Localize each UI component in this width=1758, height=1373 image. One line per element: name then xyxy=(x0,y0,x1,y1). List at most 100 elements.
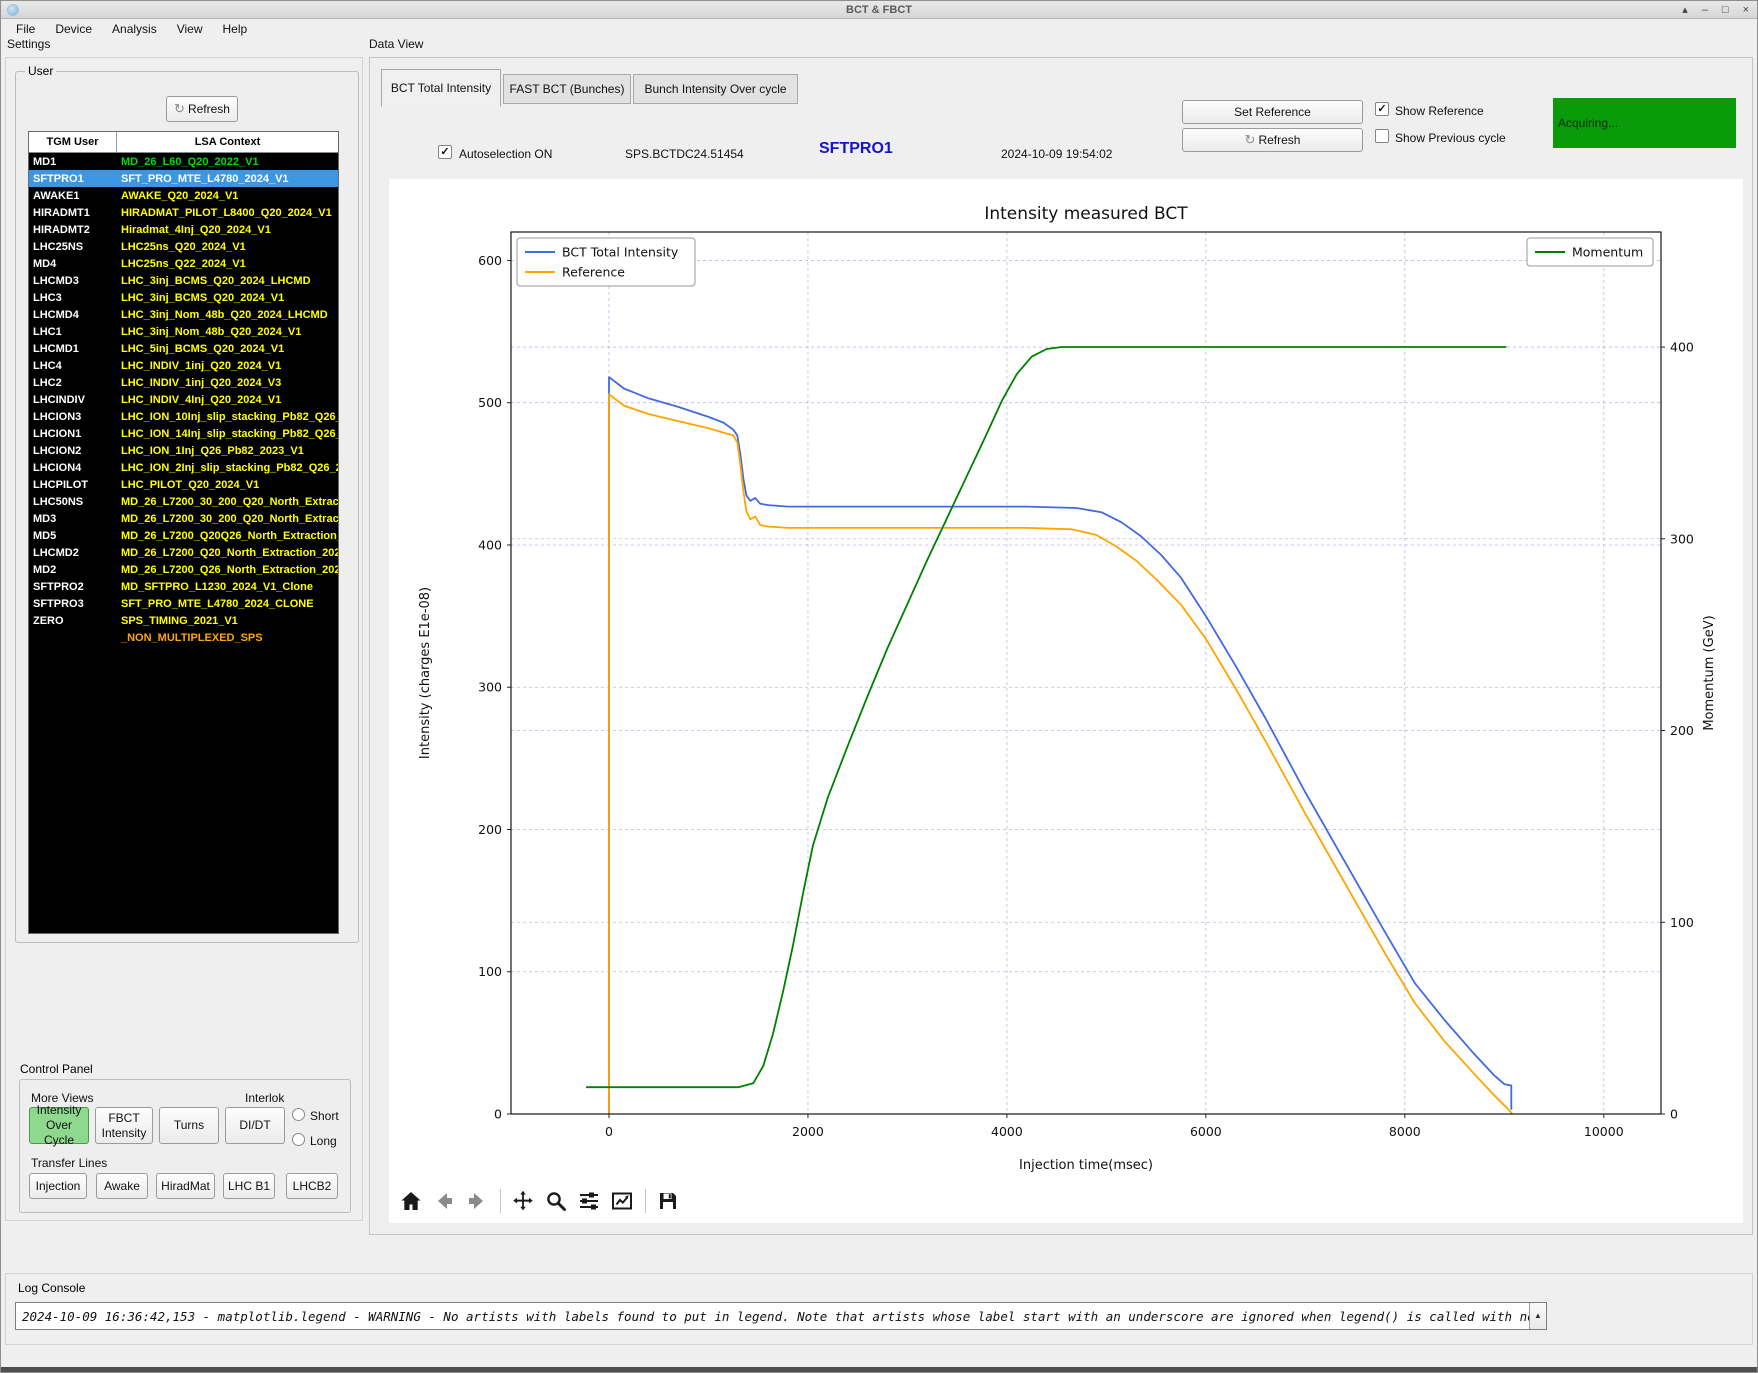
window-titlebar[interactable]: BCT & FBCT ▴ – □ × xyxy=(1,1,1757,19)
table-row[interactable]: LHC3 LHC_3inj_BCMS_Q20_2024_V1 xyxy=(29,289,338,306)
table-row[interactable]: MD1 MD_26_L60_Q20_2022_V1 xyxy=(29,153,338,170)
table-row[interactable]: LHC2 LHC_INDIV_1inj_Q20_2024_V3 xyxy=(29,374,338,391)
lsa-context-cell: LHC25ns_Q20_2024_V1 xyxy=(121,240,246,253)
view-button-fbct-intensity[interactable]: FBCT Intensity xyxy=(95,1107,153,1144)
view-button-di-dt[interactable]: DI/DT xyxy=(225,1107,285,1144)
maximize-icon[interactable]: □ xyxy=(1722,1,1729,19)
table-row[interactable]: SFTPRO1 SFT_PRO_MTE_L4780_2024_V1 xyxy=(29,170,338,187)
tab-fast-bct-bunches-[interactable]: FAST BCT (Bunches) xyxy=(503,74,631,104)
table-row[interactable]: LHCMD1 LHC_5inj_BCMS_Q20_2024_V1 xyxy=(29,340,338,357)
tgm-user-cell: LHC3 xyxy=(33,291,62,304)
save-icon[interactable] xyxy=(656,1189,680,1213)
lsa-context-cell: LHC_3inj_BCMS_Q20_2024_V1 xyxy=(121,291,285,304)
lsa-context-cell: LHC_ION_1Inj_Q26_Pb82_2023_V1 xyxy=(121,444,304,457)
menu-help[interactable]: Help xyxy=(223,22,248,36)
subplots-icon[interactable] xyxy=(577,1189,601,1213)
table-row[interactable]: MD5 MD_26_L7200_Q20Q26_North_Extraction_2… xyxy=(29,527,338,544)
tgm-user-cell: SFTPRO3 xyxy=(33,597,84,610)
transfer-button-lhc-b1[interactable]: LHC B1 xyxy=(223,1173,275,1199)
tgm-user-cell: LHCION2 xyxy=(33,444,82,457)
shade-icon[interactable]: ▴ xyxy=(1682,1,1688,19)
menu-file[interactable]: File xyxy=(16,22,35,36)
menu-device[interactable]: Device xyxy=(55,22,92,36)
lsa-context-cell: LHC_ION_10Inj_slip_stacking_Pb82_Q26_2..… xyxy=(121,410,338,423)
lsa-context-cell: MD_26_L60_Q20_2022_V1 xyxy=(121,155,259,168)
tgm-user-cell: MD3 xyxy=(33,512,57,525)
tgm-user-cell: SFTPRO2 xyxy=(33,580,84,593)
table-row[interactable]: LHCION3 LHC_ION_10Inj_slip_stacking_Pb82_… xyxy=(29,408,338,425)
lsa-context-cell: LHC_INDIV_1inj_Q20_2024_V3 xyxy=(121,376,282,389)
table-row[interactable]: LHC4 LHC_INDIV_1inj_Q20_2024_V1 xyxy=(29,357,338,374)
menu-view[interactable]: View xyxy=(177,22,203,36)
show-reference-checkbox[interactable]: ✓ xyxy=(1375,102,1389,116)
home-icon[interactable] xyxy=(399,1189,423,1213)
autoselection-checkbox[interactable]: ✓ xyxy=(438,145,452,159)
figure-canvas[interactable]: 0 2000 4000 6000 8000 10000 0 100 200 300 400 500 60… xyxy=(389,179,1743,1223)
zoom-icon[interactable] xyxy=(544,1189,568,1213)
forward-icon[interactable] xyxy=(465,1189,489,1213)
show-reference-label: Show Reference xyxy=(1395,104,1484,118)
transfer-button-hiradmat[interactable]: HiradMat xyxy=(156,1173,215,1199)
close-icon[interactable]: × xyxy=(1743,1,1749,19)
table-row[interactable]: LHCMD4 LHC_3inj_Nom_48b_Q20_2024_LHCMD xyxy=(29,306,338,323)
log-scroll-up-button[interactable]: ▲ xyxy=(1529,1303,1546,1329)
tab-bct-total-intensity[interactable]: BCT Total Intensity xyxy=(381,69,501,107)
transfer-button-lhcb2[interactable]: LHCB2 xyxy=(286,1173,338,1199)
tgm-user-cell: HIRADMT2 xyxy=(33,223,90,236)
menu-analysis[interactable]: Analysis xyxy=(112,22,157,36)
table-row[interactable]: HIRADMT2 Hiradmat_4Inj_Q20_2024_V1 xyxy=(29,221,338,238)
table-row[interactable]: LHCPILOT LHC_PILOT_Q20_2024_V1 xyxy=(29,476,338,493)
table-row[interactable]: HIRADMT1 HIRADMAT_PILOT_L8400_Q20_2024_V1 xyxy=(29,204,338,221)
tgm-user-cell: MD2 xyxy=(33,563,57,576)
lsa-context-cell: LHC25ns_Q22_2024_V1 xyxy=(121,257,246,270)
show-previous-checkbox[interactable] xyxy=(1375,129,1389,143)
view-button-intensity-over-cycle[interactable]: Intensity Over Cycle xyxy=(29,1103,89,1147)
set-reference-button[interactable]: Set Reference xyxy=(1182,100,1363,124)
table-row[interactable]: MD2 MD_26_L7200_Q26_North_Extraction_2024… xyxy=(29,561,338,578)
col-header-lsa-context: LSA Context xyxy=(194,136,261,148)
table-row[interactable]: LHCION1 LHC_ION_14Inj_slip_stacking_Pb82_… xyxy=(29,425,338,442)
table-row[interactable]: LHCION4 LHC_ION_2Inj_slip_stacking_Pb82_Q… xyxy=(29,459,338,476)
tgm-user-cell: LHC2 xyxy=(33,376,62,389)
tab-bunch-intensity-over-cycle[interactable]: Bunch Intensity Over cycle xyxy=(633,74,798,104)
user-table-body: MD1 MD_26_L60_Q20_2022_V1 SFTPRO1 SFT_PRO_M… xyxy=(29,153,338,646)
table-row[interactable]: LHC25NS LHC25ns_Q20_2024_V1 xyxy=(29,238,338,255)
user-refresh-button[interactable]: ↻ Refresh xyxy=(166,96,238,122)
table-row[interactable]: AWAKE1 AWAKE_Q20_2024_V1 xyxy=(29,187,338,204)
view-button-turns[interactable]: Turns xyxy=(159,1107,219,1144)
lsa-context-cell: MD_26_L7200_30_200_Q20_North_Extractio..… xyxy=(121,495,338,508)
table-row[interactable]: SFTPRO3 SFT_PRO_MTE_L4780_2024_CLONE xyxy=(29,595,338,612)
back-icon[interactable] xyxy=(432,1189,456,1213)
transfer-lines-label: Transfer Lines xyxy=(31,1156,108,1170)
transfer-button-injection[interactable]: Injection xyxy=(29,1173,87,1199)
window-title: BCT & FBCT xyxy=(846,3,912,16)
table-row[interactable]: LHCMD3 LHC_3inj_BCMS_Q20_2024_LHCMD xyxy=(29,272,338,289)
user-table[interactable]: TGM User LSA Context MD1 MD_26_L60_Q20_20… xyxy=(28,131,339,934)
lsa-context-cell: LHC_3inj_Nom_48b_Q20_2024_V1 xyxy=(121,325,302,338)
minimize-icon[interactable]: – xyxy=(1702,1,1708,19)
table-row[interactable]: LHCION2 LHC_ION_1Inj_Q26_Pb82_2023_V1 xyxy=(29,442,338,459)
table-row[interactable]: ZERO SPS_TIMING_2021_V1 xyxy=(29,612,338,629)
table-row[interactable]: LHCMD2 MD_26_L7200_Q20_North_Extraction_2… xyxy=(29,544,338,561)
reference-refresh-button[interactable]: ↻ Refresh xyxy=(1182,128,1363,152)
table-row[interactable]: SFTPRO2 MD_SFTPRO_L1230_2024_V1_Clone xyxy=(29,578,338,595)
pan-icon[interactable] xyxy=(511,1189,535,1213)
svg-text:8000: 8000 xyxy=(1389,1124,1421,1139)
log-message-field[interactable]: 2024-10-09 16:36:42,153 - matplotlib.leg… xyxy=(15,1302,1547,1330)
radio-short[interactable] xyxy=(292,1108,305,1121)
lsa-context-cell: HIRADMAT_PILOT_L8400_Q20_2024_V1 xyxy=(121,206,332,219)
table-row[interactable]: LHC50NS MD_26_L7200_30_200_Q20_North_Extr… xyxy=(29,493,338,510)
tgm-user-cell: LHC25NS xyxy=(33,240,84,253)
toolbar-separator xyxy=(645,1189,646,1213)
table-row[interactable]: LHCINDIV LHC_INDIV_4Inj_Q20_2024_V1 xyxy=(29,391,338,408)
axes-icon[interactable] xyxy=(610,1189,634,1213)
transfer-button-awake[interactable]: Awake xyxy=(96,1173,148,1199)
table-row[interactable]: MD3 MD_26_L7200_30_200_Q20_North_Extracti… xyxy=(29,510,338,527)
lsa-context-cell: LHC_INDIV_4Inj_Q20_2024_V1 xyxy=(121,393,282,406)
table-row[interactable]: MD4 LHC25ns_Q22_2024_V1 xyxy=(29,255,338,272)
radio-long[interactable] xyxy=(292,1133,305,1146)
menubar: File Device Analysis View Help xyxy=(1,20,1757,37)
svg-text:0: 0 xyxy=(1670,1107,1678,1122)
table-row[interactable]: _NON_MULTIPLEXED_SPS xyxy=(29,629,338,646)
table-row[interactable]: LHC1 LHC_3inj_Nom_48b_Q20_2024_V1 xyxy=(29,323,338,340)
